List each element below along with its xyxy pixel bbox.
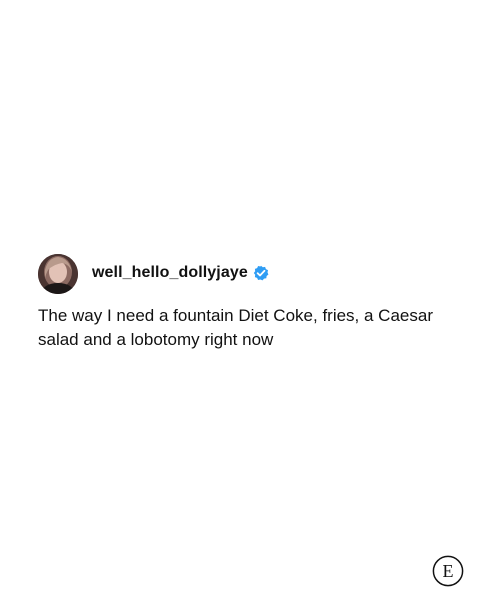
username-wrap: well_hello_dollyjaye [92, 264, 269, 282]
post-text: The way I need a fountain Diet Coke, fri… [38, 306, 433, 349]
logo-letter: E [443, 561, 454, 581]
avatar[interactable] [38, 254, 78, 294]
avatar-image [38, 254, 78, 294]
post-card: well_hello_dollyjaye The way I need a fo… [38, 253, 458, 352]
verified-badge-icon [253, 265, 269, 281]
username[interactable]: well_hello_dollyjaye [92, 264, 248, 282]
e-monogram-logo-icon: E [432, 555, 464, 587]
post-header: well_hello_dollyjaye [38, 253, 458, 295]
